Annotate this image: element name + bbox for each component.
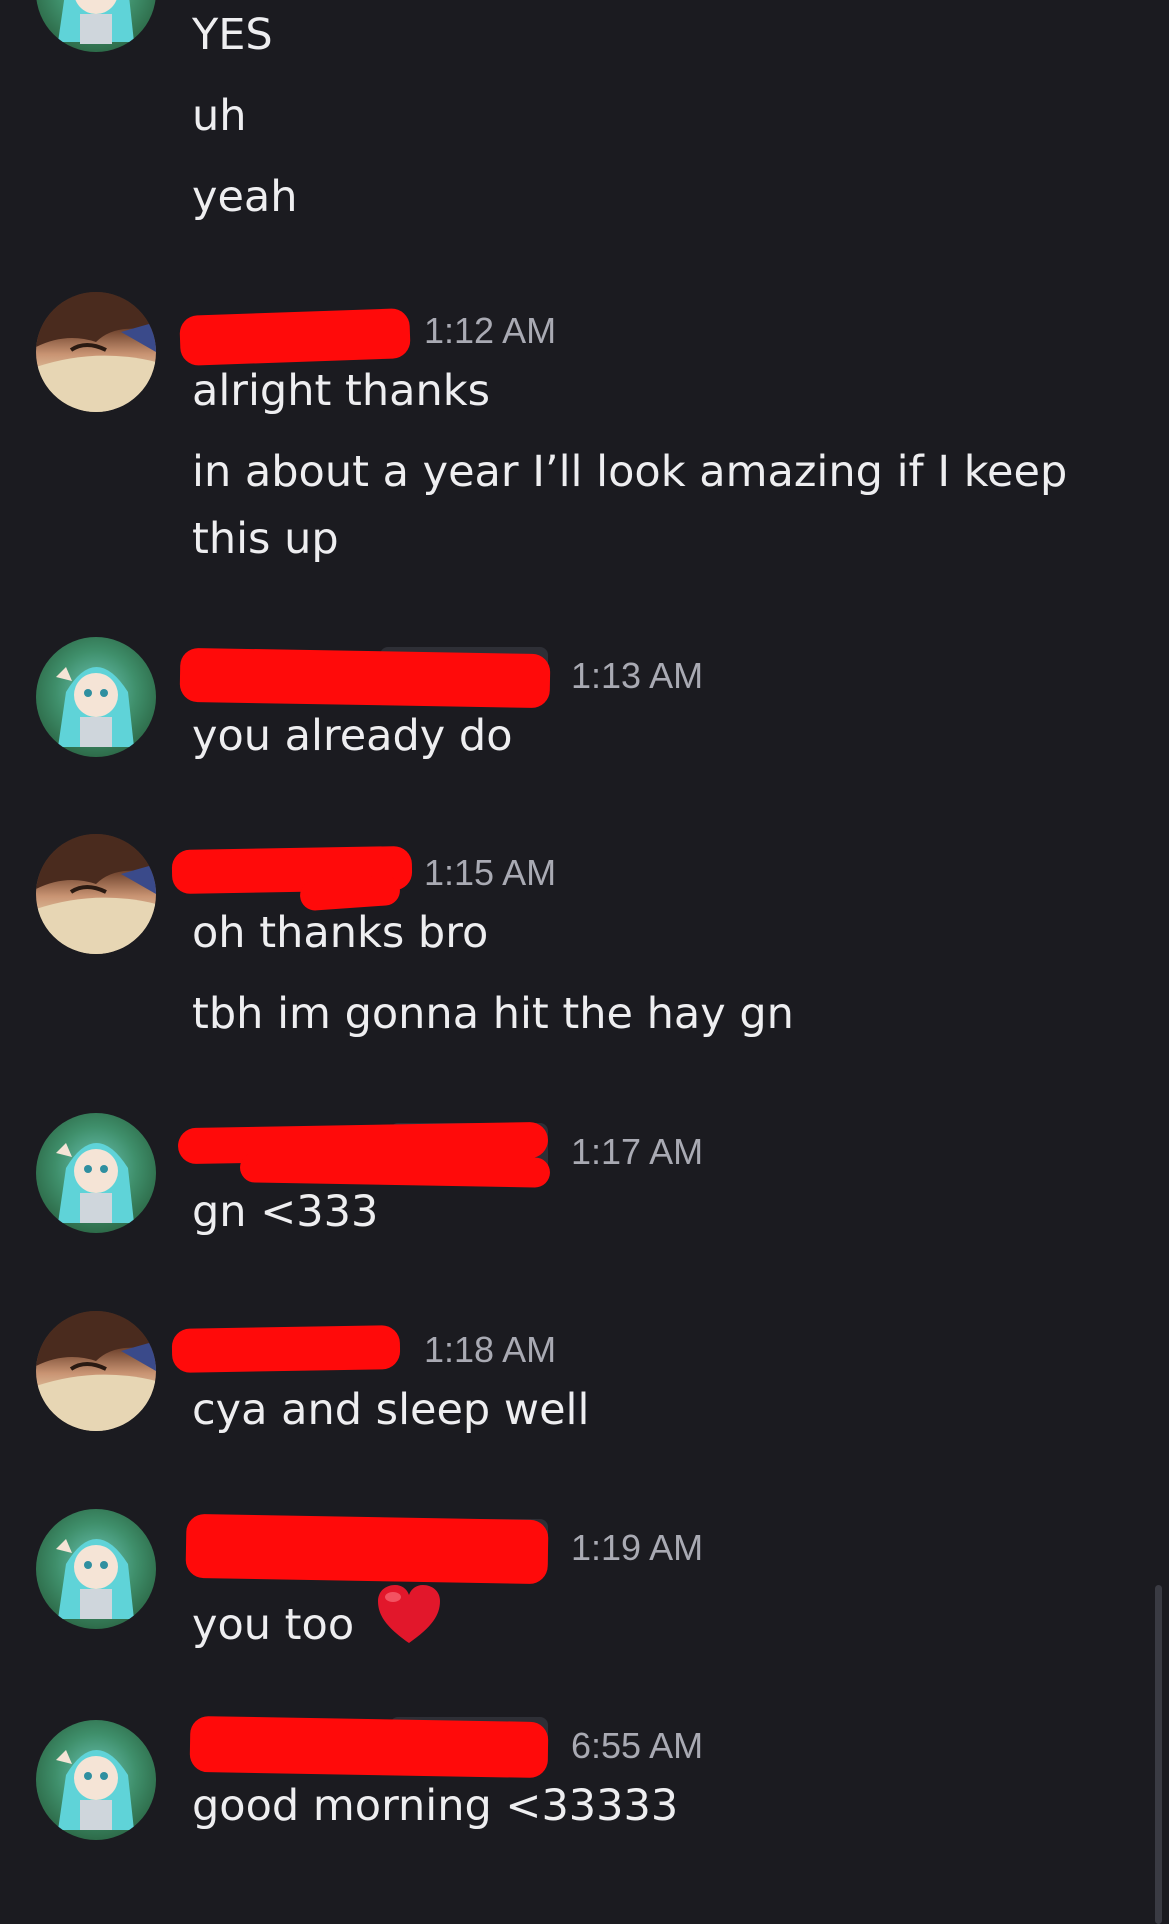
user-avatar[interactable] [36, 834, 156, 954]
message-text: good morning <33333 [192, 1781, 679, 1831]
miku-avatar-icon [56, 1750, 134, 1830]
miku-avatar-icon [56, 1143, 134, 1223]
timestamp: 1:18 AM [424, 1329, 557, 1370]
red-heart-icon [376, 1583, 442, 1656]
message-text: uh [192, 91, 247, 141]
message-text: you already do [192, 711, 513, 761]
username-redaction [299, 874, 401, 912]
message-text: tbh im gonna hit the hay gn [192, 989, 794, 1039]
username-redaction [179, 647, 551, 709]
user-avatar[interactable] [36, 1720, 156, 1840]
message-text-row: you too [192, 1583, 442, 1656]
username-redaction [185, 1513, 549, 1585]
user-avatar[interactable] [36, 292, 156, 412]
miku-avatar-icon [58, 0, 134, 44]
scrollbar[interactable] [1155, 1585, 1162, 1924]
message-text: alright thanks [192, 366, 491, 416]
username-redaction [239, 1152, 551, 1188]
user-avatar[interactable] [36, 0, 156, 52]
message-text: yeah [192, 172, 298, 222]
timestamp: 1:13 AM [571, 655, 704, 696]
timestamp: 1:15 AM [424, 852, 557, 893]
message-text: YES [192, 10, 273, 60]
message-text: cya and sleep well [192, 1385, 590, 1435]
message-text: you too [192, 1600, 355, 1650]
timestamp: 1:19 AM [571, 1527, 704, 1568]
brown-avatar-icon [36, 1311, 156, 1431]
timestamp: 6:55 AM [571, 1725, 704, 1766]
brown-avatar-icon [36, 834, 156, 954]
user-avatar[interactable] [36, 1509, 156, 1629]
miku-avatar-icon [56, 1539, 134, 1619]
username-redaction [171, 1325, 401, 1373]
username-redaction [179, 308, 411, 366]
timestamp: 1:17 AM [571, 1131, 704, 1172]
timestamp: 1:12 AM [424, 310, 557, 351]
miku-avatar-icon [56, 667, 134, 747]
message-text: in about a year I’ll look amazing if I k… [192, 447, 1068, 497]
message-text: oh thanks bro [192, 908, 489, 958]
username-redaction [189, 1715, 549, 1779]
brown-avatar-icon [36, 292, 156, 412]
user-avatar[interactable] [36, 1311, 156, 1431]
chat-log: YES uh yeah 1:12 AM alright thanks in ab… [0, 0, 1169, 1924]
user-avatar[interactable] [36, 637, 156, 757]
user-avatar[interactable] [36, 1113, 156, 1233]
message-text: gn <333 [192, 1187, 379, 1237]
message-text: this up [192, 514, 339, 564]
